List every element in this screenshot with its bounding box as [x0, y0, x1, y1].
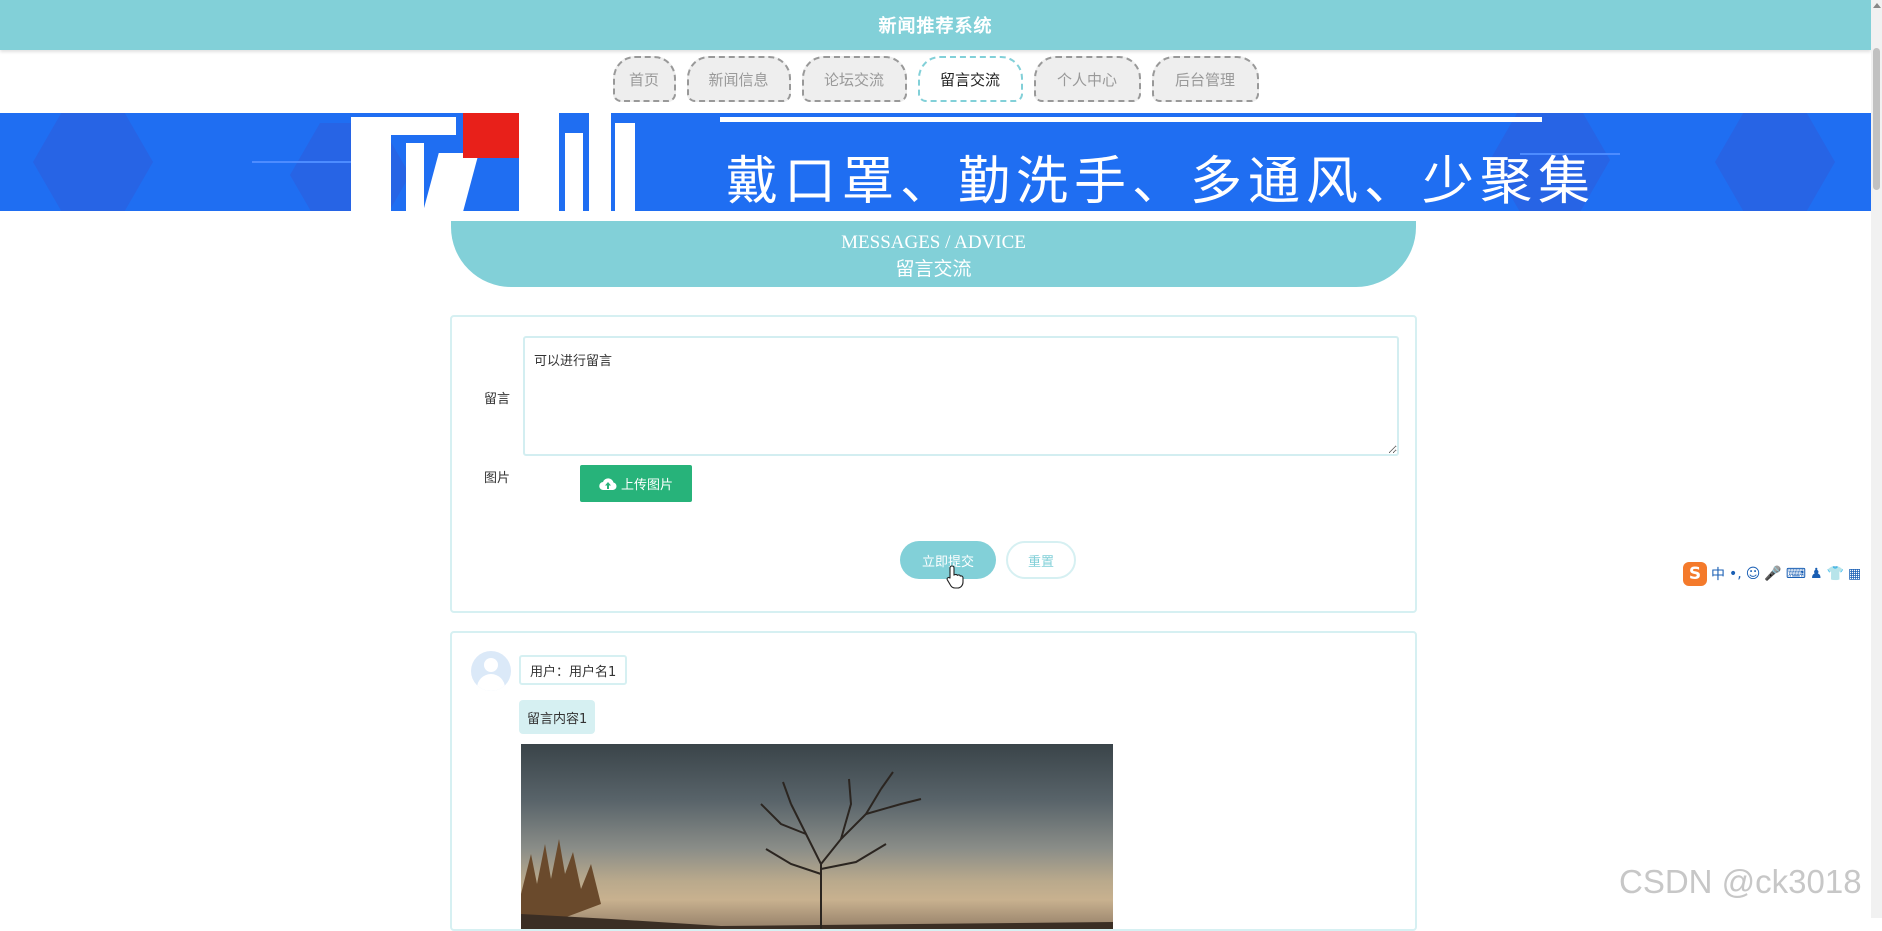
image-label: 图片: [484, 471, 511, 486]
sogou-logo-icon[interactable]: S: [1683, 562, 1707, 586]
upload-button-label: 上传图片: [620, 478, 673, 493]
main-nav: 首页 新闻信息 论坛交流 留言交流 个人中心 后台管理: [0, 56, 1871, 106]
banner-hexagon: [1715, 113, 1835, 211]
banner-hexagon: [33, 113, 153, 211]
message-image: [521, 744, 1113, 929]
message-item: 用户：用户名1 留言内容1: [450, 631, 1417, 931]
nav-item-profile[interactable]: 个人中心: [1033, 56, 1141, 102]
scrollbar-thumb[interactable]: [1873, 48, 1880, 190]
ime-punctuation-icon[interactable]: •,: [1729, 566, 1742, 582]
nav-item-forum[interactable]: 论坛交流: [801, 56, 907, 102]
cloud-upload-icon: [599, 477, 617, 490]
banner-logo: [351, 113, 641, 211]
message-form: 留言 图片 上传图片 立即提交 重置: [450, 315, 1417, 613]
section-title-cn: 留言交流: [895, 259, 972, 280]
user-icon[interactable]: ♟: [1810, 566, 1823, 582]
site-title: 新闻推荐系统: [878, 16, 993, 37]
message-label: 留言: [484, 392, 511, 407]
top-header: 新闻推荐系统: [0, 0, 1871, 50]
section-header: MESSAGES / ADVICE 留言交流: [451, 221, 1416, 287]
message-textarea[interactable]: [523, 336, 1399, 456]
banner: 戴口罩、勤洗手、多通风、少聚集: [0, 113, 1871, 211]
reset-button[interactable]: 重置: [1006, 541, 1076, 579]
section-title-en: MESSAGES / ADVICE: [841, 232, 1026, 253]
microphone-icon[interactable]: 🎤: [1764, 566, 1781, 582]
hand-cursor-icon: [946, 565, 964, 589]
banner-stripe: [720, 117, 1542, 122]
banner-slogan: 戴口罩、勤洗手、多通风、少聚集: [726, 152, 1597, 211]
scroll-up-arrow-icon[interactable]: [1873, 3, 1881, 8]
watermark: CSDN @ck3018: [1619, 863, 1862, 900]
page-scrollbar[interactable]: [1871, 0, 1882, 918]
nav-item-admin[interactable]: 后台管理: [1151, 56, 1259, 102]
upload-image-button[interactable]: 上传图片: [580, 465, 692, 502]
emoji-icon[interactable]: ☺: [1746, 566, 1761, 582]
nav-item-home[interactable]: 首页: [612, 56, 676, 102]
message-user: 用户：用户名1: [519, 655, 628, 685]
keyboard-icon[interactable]: ⌨: [1786, 566, 1806, 582]
toolbox-icon[interactable]: ▦: [1848, 566, 1861, 582]
message-content: 留言内容1: [519, 700, 596, 734]
skin-icon[interactable]: 👕: [1827, 566, 1844, 582]
avatar: [471, 651, 511, 691]
ime-toolbar: S 中 •, ☺ 🎤 ⌨ ♟ 👕 ▦: [1683, 560, 1861, 588]
ime-mode-toggle[interactable]: 中: [1711, 564, 1725, 584]
nav-item-messages[interactable]: 留言交流: [917, 56, 1023, 102]
nav-item-news[interactable]: 新闻信息: [686, 56, 791, 102]
